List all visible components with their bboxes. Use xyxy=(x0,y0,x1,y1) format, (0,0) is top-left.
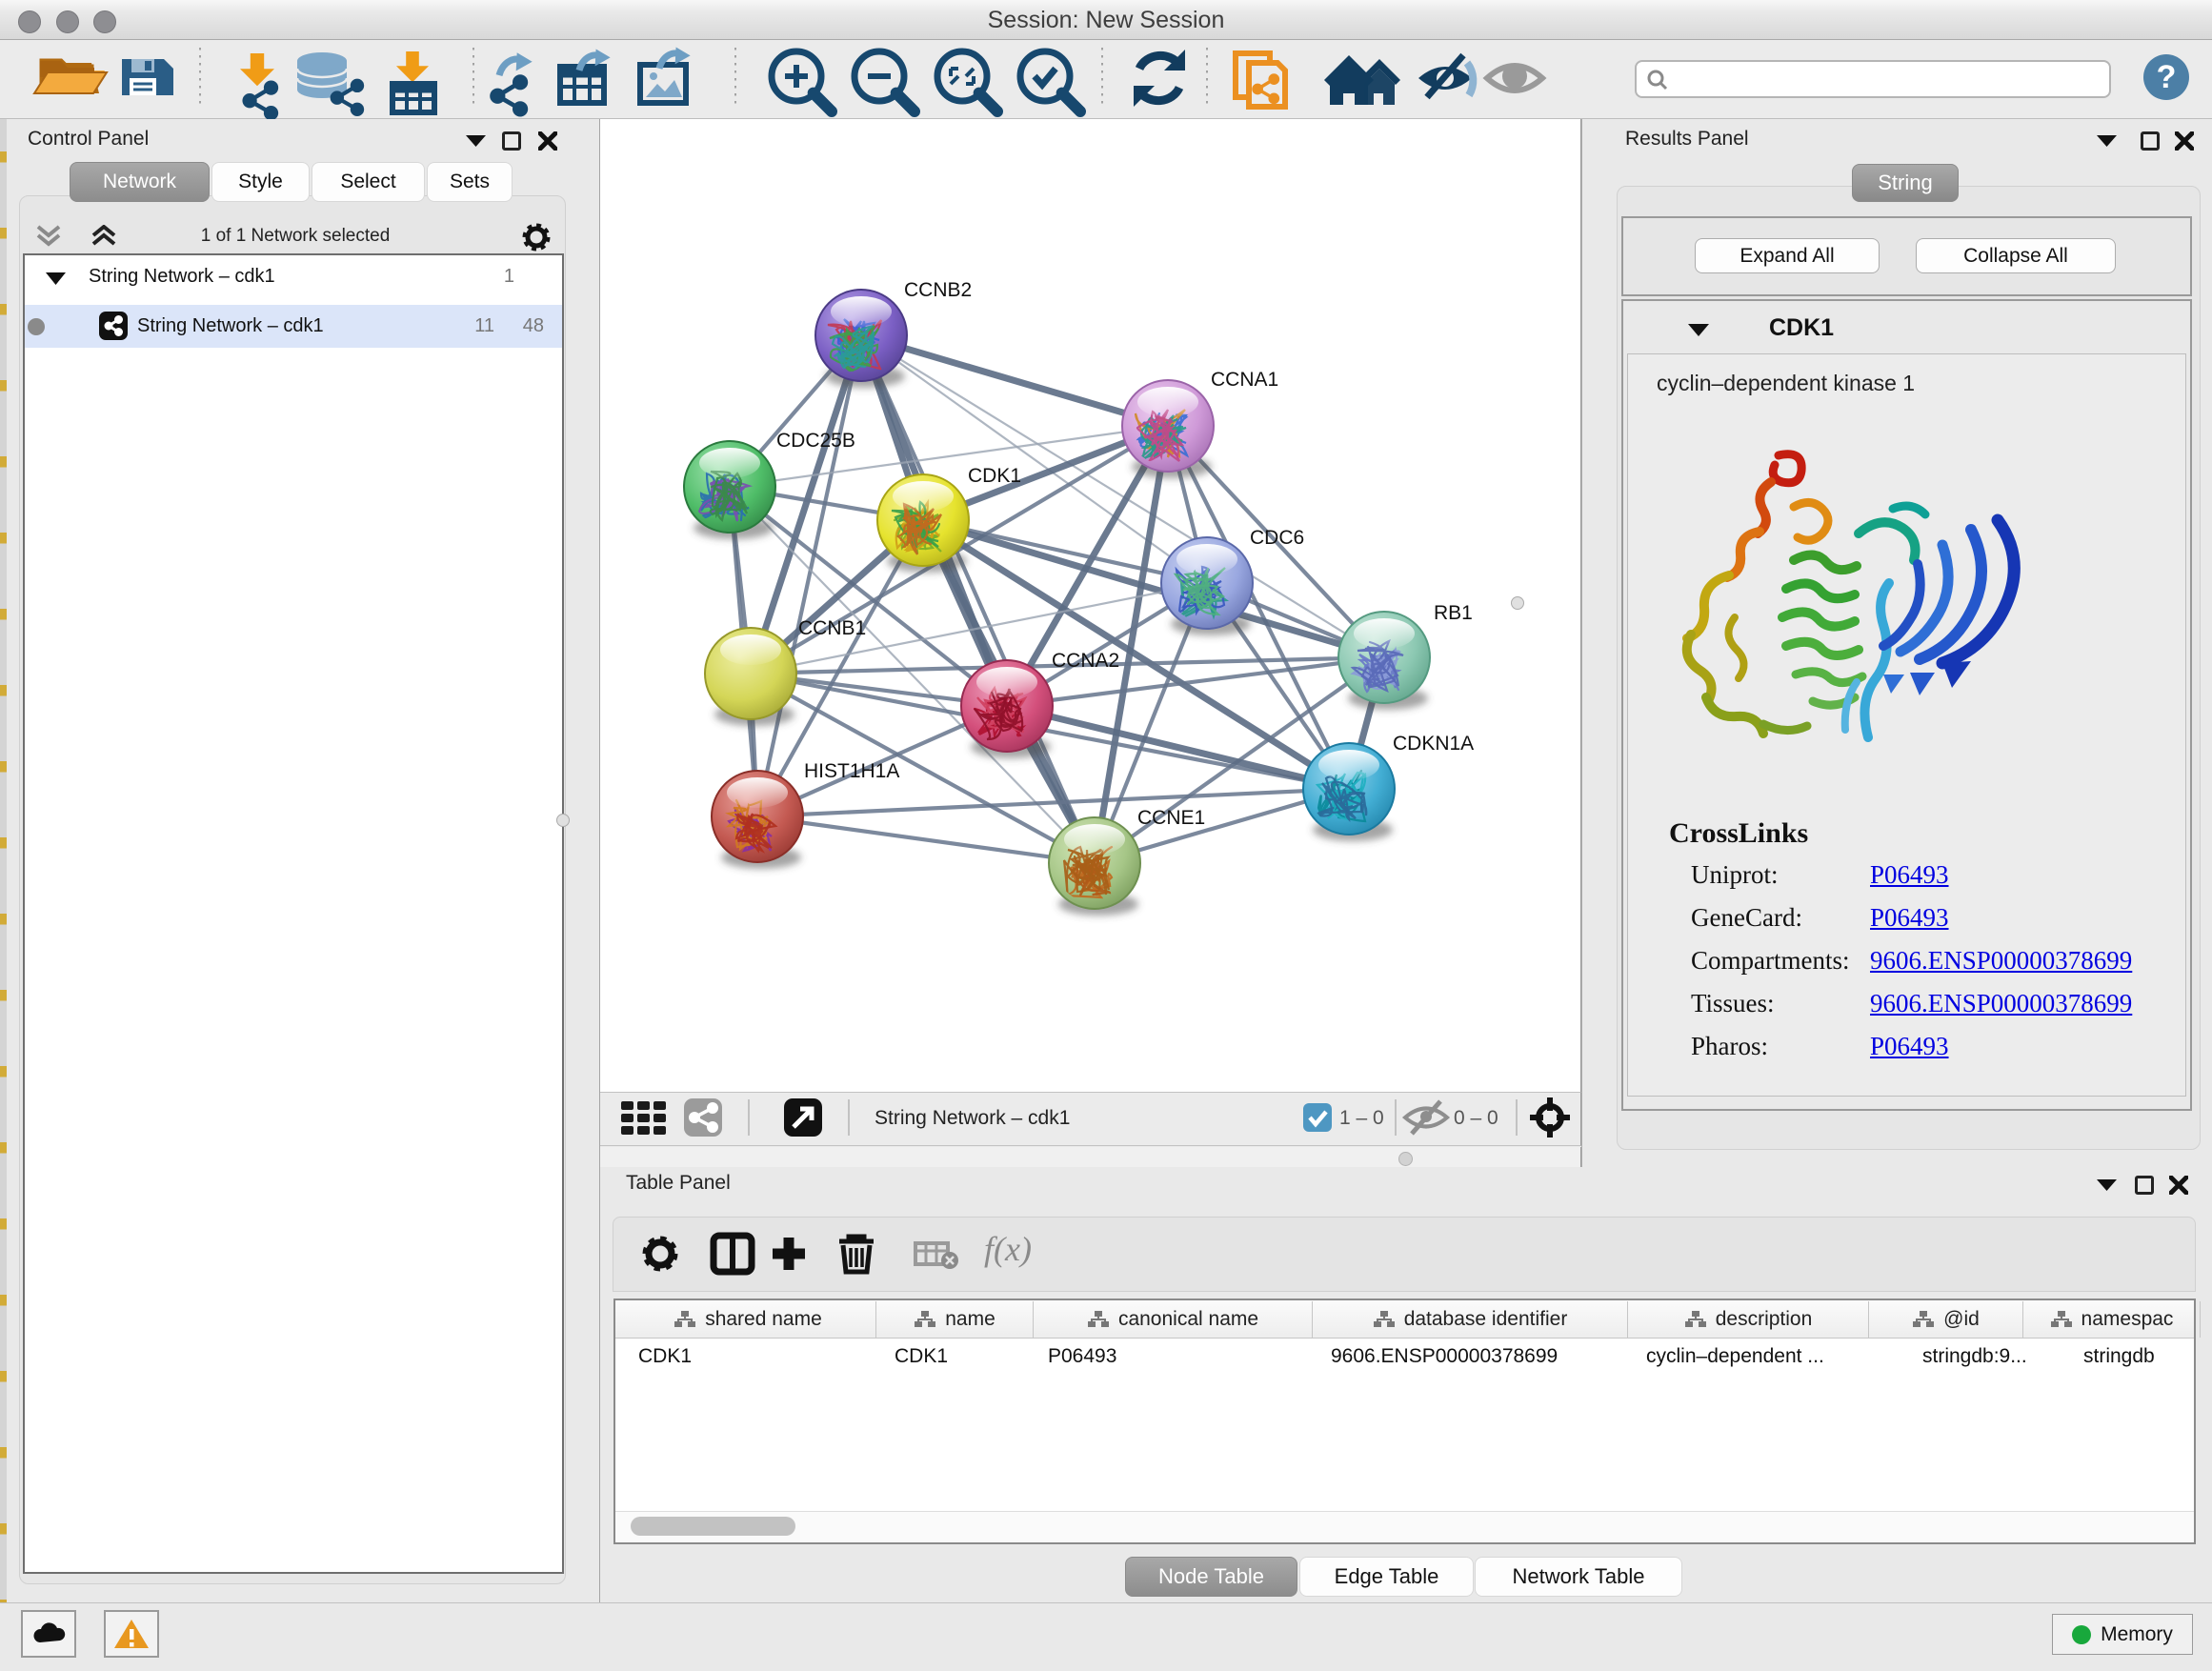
svg-text:CCNA2: CCNA2 xyxy=(1052,650,1119,672)
svg-text:CDC25B: CDC25B xyxy=(776,430,855,452)
svg-text:CCNA1: CCNA1 xyxy=(1211,369,1278,391)
svg-text:CDK1: CDK1 xyxy=(968,465,1021,487)
svg-text:CDC6: CDC6 xyxy=(1250,527,1304,549)
svg-text:CCNE1: CCNE1 xyxy=(1137,807,1205,829)
svg-text:RB1: RB1 xyxy=(1434,602,1473,624)
svg-text:CCNB2: CCNB2 xyxy=(904,279,972,301)
svg-text:CCNB1: CCNB1 xyxy=(798,617,866,639)
svg-text:CDKN1A: CDKN1A xyxy=(1393,733,1474,755)
svg-text:HIST1H1A: HIST1H1A xyxy=(804,760,899,782)
